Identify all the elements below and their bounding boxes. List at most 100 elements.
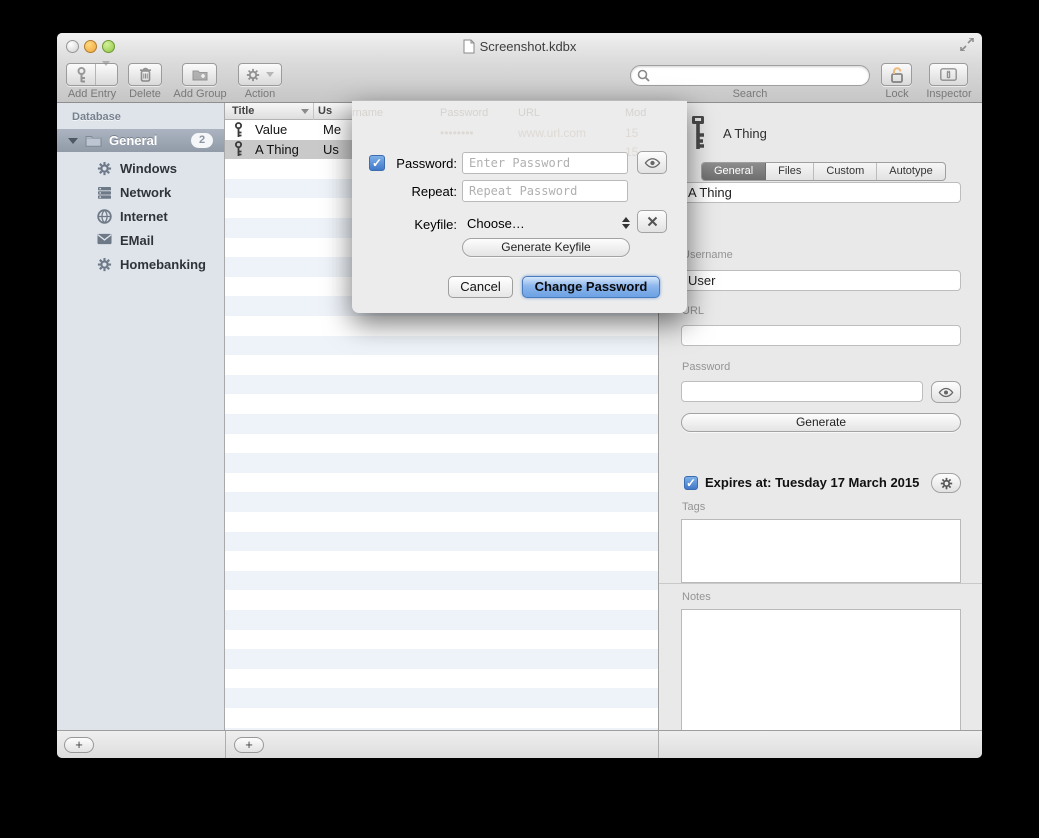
eye-icon [644,157,661,169]
trash-icon [139,67,152,82]
add-group-plus-button[interactable]: + [64,737,94,753]
folder-plus-icon [192,68,208,81]
entry-title: Value [255,122,310,137]
sidebar-item-email[interactable]: EMail [57,228,224,252]
sidebar-section-header: Database [72,111,121,123]
globe-icon [97,209,112,224]
list-stripe [225,375,658,395]
list-stripe [225,590,658,610]
sheet-password-label: Password: [369,156,457,171]
panel-divider [658,731,659,758]
sidebar-item-label: EMail [120,233,154,248]
reveal-password-button[interactable] [931,381,961,403]
password-field[interactable] [681,381,923,402]
column-header-username[interactable]: Us [318,105,332,117]
disclosure-triangle-icon[interactable] [68,138,78,144]
sidebar-item-general[interactable]: General 2 [57,129,224,152]
chevron-down-icon [266,72,274,77]
sheet-repeat-label: Repeat: [369,184,457,199]
lock-button[interactable] [881,63,912,86]
generate-password-button[interactable]: Generate [681,413,961,432]
keyfile-popup[interactable]: Choose… [467,216,525,231]
tags-box[interactable] [681,519,961,583]
ghost-column-username: rname [352,107,383,119]
add-group-label: Add Group [170,88,230,100]
add-entry-button[interactable] [66,63,118,86]
sheet-keyfile-label: Keyfile: [369,217,457,232]
add-entry-plus-button[interactable]: + [234,737,264,753]
list-stripe [225,473,658,493]
cancel-button[interactable]: Cancel [448,276,513,298]
sort-descending-icon [301,109,309,114]
sidebar-item-label: Windows [120,161,177,176]
list-stripe [225,688,658,708]
column-divider[interactable] [313,103,314,120]
list-stripe [225,532,658,552]
search-input[interactable] [650,69,850,83]
gear-icon [940,477,953,490]
fullscreen-icon[interactable] [960,38,974,51]
ghost-column-password: Password [440,107,488,119]
panel-divider [225,731,226,758]
list-stripe [225,316,658,336]
column-header-title[interactable]: Title [232,105,254,117]
expires-checkbox[interactable]: ✓ [684,476,698,490]
sidebar-item-network[interactable]: Network [57,180,224,204]
popup-stepper-icon[interactable] [622,217,630,229]
username-label: Username [682,249,733,261]
list-stripe [225,630,658,650]
tab-autotype[interactable]: Autotype [877,163,944,180]
sidebar-item-internet[interactable]: Internet [57,204,224,228]
tab-files[interactable]: Files [766,163,814,180]
sheet-repeat-input[interactable] [462,180,628,202]
list-stripe [225,414,658,434]
search-label: Search [630,88,870,100]
change-password-sheet: rname Password URL Mod •••••••• www.url.… [352,100,687,313]
sidebar-item-label: General [109,133,157,148]
key-icon [232,141,245,157]
list-stripe [225,649,658,669]
sidebar-item-homebanking[interactable]: Homebanking [57,252,224,276]
inspector-tabs: General Files Custom Autotype [701,162,946,181]
add-group-button[interactable] [182,63,217,86]
key-icon [75,67,88,83]
tab-custom[interactable]: Custom [814,163,877,180]
inspector-button[interactable]: i [929,63,968,86]
sheet-reveal-password-button[interactable] [637,151,667,174]
action-button[interactable] [238,63,282,86]
chevron-down-icon [102,61,110,83]
list-stripe [225,355,658,375]
title-field[interactable] [681,182,961,203]
document-icon [463,39,475,54]
gear-icon [246,68,260,82]
sidebar: Database General 2 Windows Network Inter… [57,103,225,730]
sidebar-item-windows[interactable]: Windows [57,156,224,180]
app-window: Screenshot.kdbx Add Entry Delete [57,33,982,758]
url-field[interactable] [681,325,961,346]
sidebar-item-label: Homebanking [120,257,206,272]
ghost-column-modified: Mod [625,107,646,119]
sidebar-item-label: Network [120,185,171,200]
ghost-modified-value-2: 15 [625,142,960,162]
clear-keyfile-button[interactable] [637,210,667,233]
action-label: Action [238,88,282,100]
expires-settings-button[interactable] [931,473,961,493]
info-icon: i [940,68,957,81]
list-stripe [225,394,658,414]
delete-button[interactable] [128,63,162,86]
list-stripe [225,453,658,473]
generate-keyfile-button[interactable]: Generate Keyfile [462,238,630,257]
eye-icon [938,387,954,398]
window-title-area: Screenshot.kdbx [57,39,982,54]
tab-general[interactable]: General [702,163,766,180]
list-stripe [225,571,658,591]
change-password-button[interactable]: Change Password [522,276,660,298]
search-field[interactable] [630,65,870,86]
ghost-column-url: URL [518,107,540,119]
username-field[interactable] [681,270,961,291]
notes-label: Notes [682,591,711,603]
entry-username: Us [323,142,339,157]
sheet-password-input[interactable] [462,152,628,174]
inspector-label: Inspector [917,88,981,100]
section-divider [659,583,982,584]
